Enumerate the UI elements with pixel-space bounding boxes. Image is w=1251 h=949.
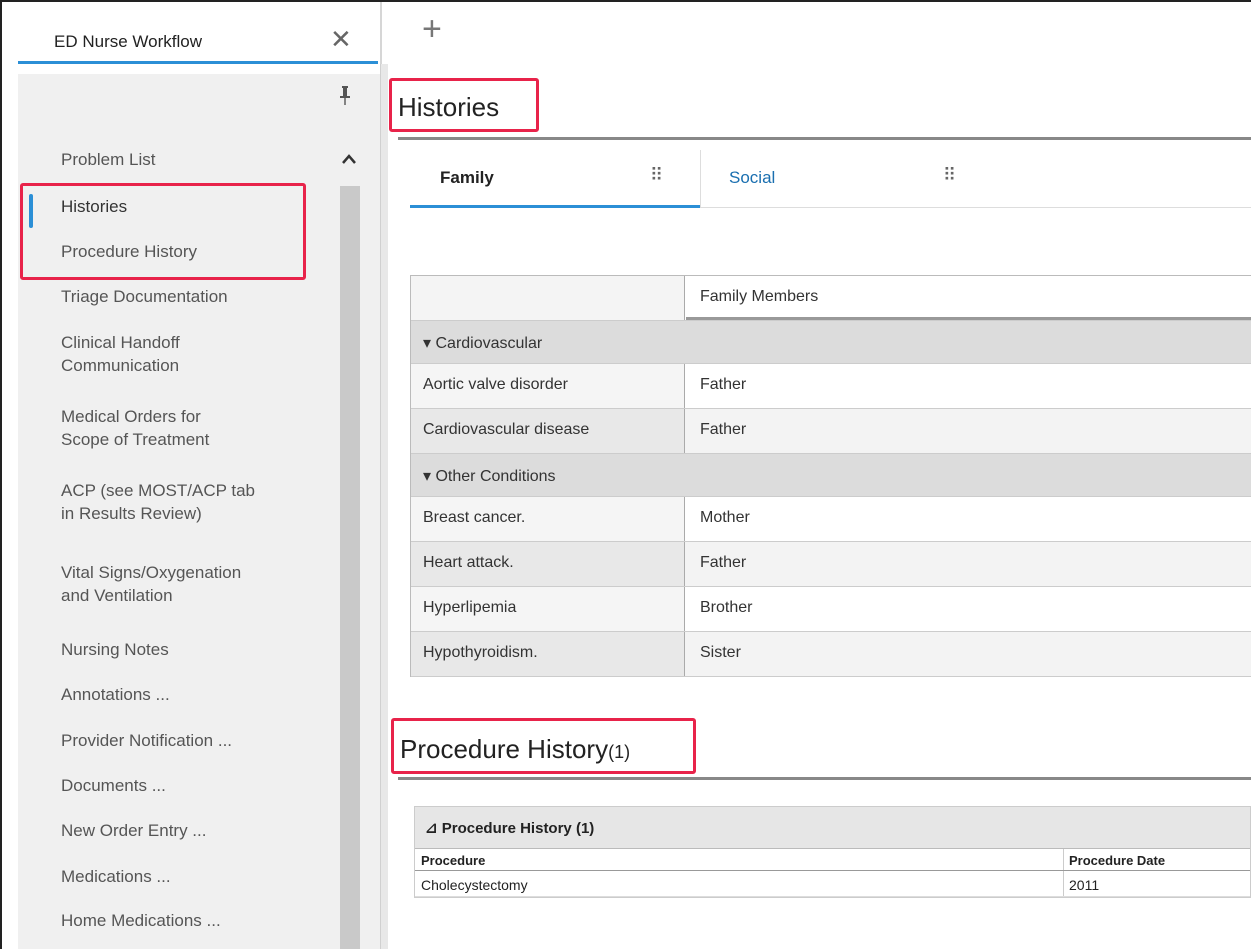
sidebar-item[interactable]: Nursing Notes	[61, 638, 311, 661]
condition-cell: Aortic valve disorder	[411, 364, 685, 408]
procedure-history-table: ⊿ Procedure History (1) Procedure Proced…	[414, 806, 1251, 898]
sidebar-item[interactable]: New Order Entry ...	[61, 819, 311, 842]
procedure-date-cell: 2011	[1069, 877, 1100, 893]
table-row[interactable]: Aortic valve disorder Father	[411, 364, 1251, 409]
table-row[interactable]: Hyperlipemia Brother	[411, 587, 1251, 632]
sidebar-item[interactable]: Problem List	[61, 148, 311, 171]
condition-cell: Hyperlipemia	[411, 587, 685, 631]
family-members-header: Family Members	[686, 276, 1251, 320]
highlight-box	[20, 183, 306, 280]
family-member-cell: Father	[700, 554, 747, 571]
highlight-box	[389, 78, 539, 132]
sidebar-item[interactable]: Annotations ...	[61, 683, 311, 706]
sidebar-item[interactable]: Vital Signs/Oxygenation and Ventilation	[61, 561, 311, 607]
tab-divider	[380, 2, 382, 64]
group-label-text: Cardiovascular	[435, 335, 543, 352]
scrollbar[interactable]	[340, 186, 360, 949]
column-separator	[1063, 871, 1064, 896]
pin-icon[interactable]	[338, 86, 352, 106]
family-member-cell: Brother	[700, 599, 753, 616]
procedure-panel-header[interactable]: ⊿ Procedure History (1)	[415, 807, 1250, 849]
group-label: ▾ Other Conditions	[423, 466, 556, 486]
group-label: ▾ Cardiovascular	[423, 333, 542, 353]
family-member-cell: Father	[700, 376, 747, 393]
procedure-panel-title: ⊿ Procedure History (1)	[425, 820, 595, 837]
highlight-box	[391, 718, 696, 774]
group-label-text: Other Conditions	[435, 468, 556, 485]
header-blank-cell	[411, 276, 685, 320]
history-tabs: Family ⠿ Social ⠿	[410, 150, 1251, 208]
procedure-column-headers: Procedure Procedure Date	[415, 849, 1250, 871]
sidebar-item[interactable]: Provider Notification ...	[61, 729, 311, 752]
tab-strip: ED Nurse Workflow ✕ +	[2, 2, 1251, 64]
table-row[interactable]: Cholecystectomy 2011	[415, 871, 1250, 897]
close-icon[interactable]: ✕	[330, 24, 352, 54]
tab-title: ED Nurse Workflow	[54, 32, 202, 51]
drag-handle-icon[interactable]: ⠿	[943, 165, 956, 186]
family-history-table: Family Members ▾ Cardiovascular Aortic va…	[410, 275, 1251, 677]
group-row[interactable]: ▾ Cardiovascular	[411, 321, 1251, 364]
condition-cell: Cardiovascular disease	[411, 409, 685, 453]
procedure-column-header[interactable]: Procedure	[421, 853, 485, 868]
caret-down-icon[interactable]: ▾	[423, 468, 435, 485]
procedure-history-rule	[398, 777, 1251, 780]
procedure-date-column-header[interactable]: Procedure Date	[1069, 853, 1165, 868]
histories-rule	[398, 137, 1251, 140]
column-separator	[1063, 849, 1064, 870]
table-row[interactable]: Hypothyroidism. Sister	[411, 632, 1251, 677]
family-member-cell: Mother	[700, 509, 750, 526]
procedure-cell: Cholecystectomy	[421, 877, 528, 893]
add-tab-icon[interactable]: +	[422, 12, 442, 46]
panel-separator	[380, 64, 388, 949]
sidebar-item[interactable]: Home Medications ...	[61, 909, 311, 932]
condition-cell: Breast cancer.	[411, 497, 685, 541]
sidebar-item[interactable]: Clinical Handoff Communication	[61, 331, 311, 377]
table-header-row: Family Members	[411, 276, 1251, 321]
table-row[interactable]: Heart attack. Father	[411, 542, 1251, 587]
sidebar-item[interactable]: Documents ...	[61, 774, 311, 797]
chevron-up-icon[interactable]	[341, 152, 357, 166]
drag-handle-icon[interactable]: ⠿	[650, 165, 663, 186]
tab-social-label: Social	[729, 168, 776, 187]
group-row[interactable]: ▾ Other Conditions	[411, 454, 1251, 497]
table-row[interactable]: Cardiovascular disease Father	[411, 409, 1251, 454]
sidebar-item[interactable]: ACP (see MOST/ACP tab in Results Review)	[61, 479, 311, 525]
caret-down-icon[interactable]: ▾	[423, 335, 435, 352]
table-row[interactable]: Breast cancer. Mother	[411, 497, 1251, 542]
sidebar-item[interactable]: Medications ...	[61, 865, 311, 888]
family-member-cell: Father	[700, 421, 747, 438]
tab-social[interactable]: Social ⠿	[701, 150, 1001, 208]
family-member-cell: Sister	[700, 644, 741, 661]
tab-ed-nurse-workflow[interactable]: ED Nurse Workflow ✕	[18, 20, 378, 64]
condition-cell: Hypothyroidism.	[411, 632, 685, 676]
sidebar-item[interactable]: Medical Orders for Scope of Treatment	[61, 405, 311, 451]
sidebar-item[interactable]: Triage Documentation	[61, 285, 311, 308]
tab-family-label: Family	[440, 168, 494, 187]
tab-family[interactable]: Family ⠿	[410, 150, 700, 208]
condition-cell: Heart attack.	[411, 542, 685, 586]
